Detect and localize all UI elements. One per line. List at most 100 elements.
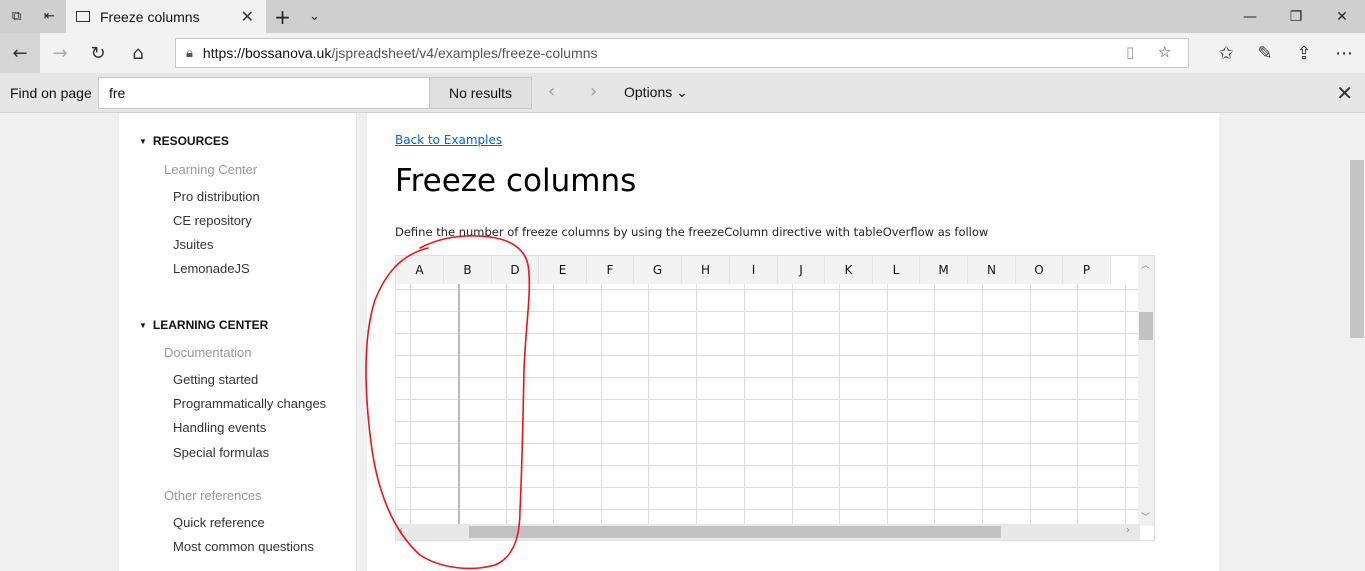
reading-view-icon[interactable]: ▯ (1126, 43, 1134, 61)
column-header-b[interactable]: B (444, 256, 492, 284)
find-bar: Find on page No results ‹ › Options ⌄ ✕ (0, 73, 1365, 113)
grid-line-vertical (696, 284, 697, 524)
column-header-o[interactable]: O (1016, 256, 1063, 284)
grid-line-vertical (553, 284, 554, 524)
grid-line-vertical (887, 284, 888, 524)
find-previous-icon[interactable]: ‹ (548, 81, 555, 102)
scroll-right-icon[interactable]: › (1126, 525, 1130, 536)
caret-down-icon: ▼ (139, 137, 147, 146)
grid-line-horizontal (396, 333, 1140, 334)
column-header-e[interactable]: E (539, 256, 587, 284)
scroll-down-icon[interactable]: ﹀ (1141, 510, 1150, 523)
tab-freeze-columns[interactable]: Freeze columns ✕ (66, 0, 266, 33)
url-text: https://bossanova.uk/jspreadsheet/v4/exa… (202, 45, 598, 61)
sidebar-link-lemonadejs[interactable]: LemonadeJS (173, 261, 250, 276)
column-header-p[interactable]: P (1063, 256, 1111, 284)
column-header-l[interactable]: L (873, 256, 920, 284)
sidebar-link-handling-events[interactable]: Handling events (173, 420, 266, 435)
grid-line-vertical (1077, 284, 1078, 524)
grid-line-vertical (839, 284, 840, 524)
favorites-hub-icon[interactable]: ✩ (1208, 37, 1244, 69)
sidebar-link-ce-repository[interactable]: CE repository (173, 213, 252, 228)
more-icon[interactable]: ⋯ (1326, 37, 1362, 69)
grid-line-vertical (648, 284, 649, 524)
sidebar-link-special-formulas[interactable]: Special formulas (173, 445, 269, 460)
spreadsheet[interactable]: ABDEFGHIJKLMNOP ︿ ﹀ ‹ › (395, 255, 1155, 541)
grid-line-horizontal (396, 355, 1140, 356)
scroll-up-icon[interactable]: ︿ (1141, 258, 1150, 271)
grid-line-horizontal (396, 465, 1140, 466)
column-header-d[interactable]: D (492, 256, 539, 284)
share-icon[interactable]: ⇪ (1286, 37, 1322, 69)
find-options-button[interactable]: Options ⌄ (624, 84, 688, 101)
resources-heading[interactable]: ▼ RESOURCES (139, 134, 229, 148)
grid-line-vertical (1125, 284, 1126, 524)
tab-actions-icon[interactable]: ⧉ (0, 0, 33, 33)
page-scrollbar[interactable] (1349, 113, 1365, 571)
column-header-a[interactable]: A (396, 256, 444, 284)
find-next-icon[interactable]: › (590, 81, 597, 102)
sidebar-link-jsuites[interactable]: Jsuites (173, 237, 213, 252)
chevron-down-icon[interactable]: ⌄ (298, 0, 331, 33)
grid-line-horizontal (396, 377, 1140, 378)
grid-line-horizontal (396, 509, 1140, 510)
main-content: Back to Examples Freeze columns Define t… (367, 113, 1219, 571)
address-bar[interactable]: 🔒︎ https://bossanova.uk/jspreadsheet/v4/… (175, 38, 1189, 68)
close-find-icon[interactable]: ✕ (1336, 81, 1353, 105)
sidebar-link-most-common-questions[interactable]: Most common questions (173, 539, 314, 554)
browser-titlebar: ⧉ ⇤ Freeze columns ✕ + ⌄ — ❐ ✕ (0, 0, 1365, 33)
page-scroll-thumb[interactable] (1350, 160, 1364, 338)
forward-arrow-icon[interactable]: → (42, 37, 78, 69)
new-tab-icon[interactable]: + (266, 0, 299, 33)
back-arrow-icon[interactable]: ← (0, 33, 40, 73)
horizontal-scroll-thumb[interactable] (469, 526, 1001, 538)
column-header-m[interactable]: M (920, 256, 968, 284)
grid-line-vertical (506, 284, 507, 524)
grid-line-horizontal (396, 289, 1140, 290)
close-tab-icon[interactable]: ✕ (241, 7, 254, 26)
sheet-horizontal-scrollbar[interactable]: ‹ › (396, 524, 1140, 540)
home-icon[interactable]: ⌂ (120, 37, 156, 69)
chevron-down-icon: ⌄ (676, 84, 688, 100)
grid-line-vertical (934, 284, 935, 524)
favorite-star-icon[interactable]: ☆ (1158, 43, 1171, 61)
grid-line-vertical (601, 284, 602, 524)
set-tabs-aside-icon[interactable]: ⇤ (33, 0, 66, 33)
grid-line-vertical (1030, 284, 1031, 524)
caret-down-icon: ▼ (139, 321, 147, 330)
back-to-examples-link[interactable]: Back to Examples (395, 133, 502, 147)
column-header-h[interactable]: H (682, 256, 730, 284)
frozen-column-divider (458, 284, 460, 524)
sidebar-link-programmatically-changes[interactable]: Programmatically changes (173, 396, 326, 411)
documentation-subtitle: Documentation (164, 345, 252, 360)
grid-line-vertical (982, 284, 983, 524)
sidebar-link-quick-reference[interactable]: Quick reference (173, 515, 265, 530)
vertical-scroll-thumb[interactable] (1139, 312, 1153, 340)
pen-icon[interactable]: ✎ (1247, 37, 1283, 69)
column-header-f[interactable]: F (587, 256, 634, 284)
page-viewport: ▼ RESOURCES Learning Center Pro distribut… (0, 113, 1365, 571)
find-input[interactable] (98, 77, 430, 109)
grid-line-vertical (744, 284, 745, 524)
refresh-icon[interactable]: ↻ (80, 37, 116, 69)
column-header-i[interactable]: I (730, 256, 778, 284)
sidebar-link-pro-distribution[interactable]: Pro distribution (173, 189, 260, 204)
column-header-k[interactable]: K (825, 256, 873, 284)
sheet-vertical-scrollbar[interactable]: ︿ ﹀ (1138, 256, 1154, 526)
grid-line-horizontal (396, 421, 1140, 422)
column-header-n[interactable]: N (968, 256, 1016, 284)
sidebar: ▼ RESOURCES Learning Center Pro distribut… (119, 113, 357, 571)
grid-line-horizontal (396, 487, 1140, 488)
column-header-g[interactable]: G (634, 256, 682, 284)
find-label: Find on page (10, 85, 92, 101)
page-title: Freeze columns (395, 163, 637, 199)
minimize-icon[interactable]: — (1227, 0, 1273, 33)
sidebar-link-getting-started[interactable]: Getting started (173, 372, 258, 387)
column-header-j[interactable]: J (778, 256, 825, 284)
learning-center-heading[interactable]: ▼ LEARNING CENTER (139, 318, 268, 332)
close-window-icon[interactable]: ✕ (1319, 0, 1365, 33)
scroll-left-icon[interactable]: ‹ (399, 525, 403, 536)
page-icon (76, 11, 90, 22)
restore-icon[interactable]: ❐ (1273, 0, 1319, 33)
tab-title: Freeze columns (100, 8, 200, 25)
